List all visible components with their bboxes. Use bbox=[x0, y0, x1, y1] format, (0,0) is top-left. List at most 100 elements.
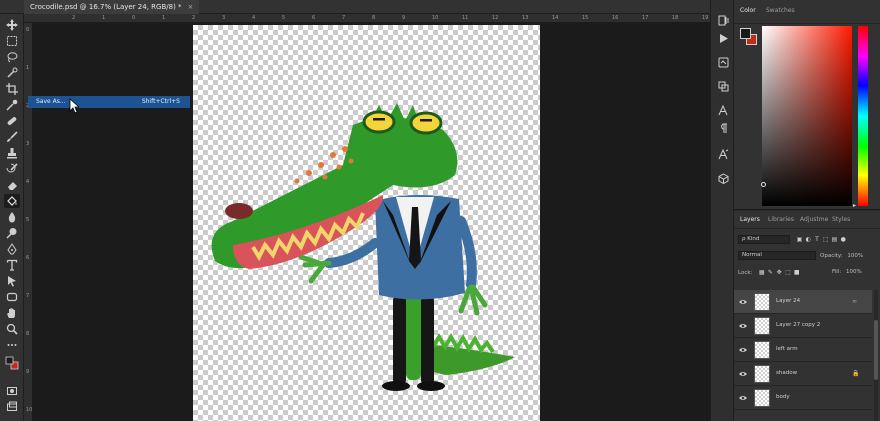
filter-smart-object-icon[interactable]: ▤ bbox=[831, 236, 838, 243]
layer-name: body bbox=[776, 394, 790, 400]
marquee-tool-icon[interactable] bbox=[4, 34, 20, 48]
ruler-tick-label: 4 bbox=[252, 15, 256, 21]
layers-scroll-thumb[interactable] bbox=[874, 320, 878, 380]
paragraph-icon[interactable] bbox=[717, 122, 729, 134]
move-tool-icon[interactable] bbox=[4, 18, 20, 32]
brush-tool-icon[interactable] bbox=[4, 130, 20, 144]
layers-scrollbar[interactable] bbox=[874, 290, 878, 421]
tab-layers[interactable]: Layers bbox=[740, 216, 760, 223]
foreground-color-chip[interactable] bbox=[740, 28, 751, 39]
healing-brush-tool-icon[interactable] bbox=[4, 114, 20, 128]
path-selection-tool-icon[interactable] bbox=[4, 274, 20, 288]
filter-pixel-icon[interactable]: ▣ bbox=[796, 236, 803, 243]
tab-color[interactable]: Color bbox=[740, 7, 756, 14]
fg-bg-color-chips[interactable] bbox=[740, 28, 758, 46]
lock-transparent-icon[interactable]: ▦ bbox=[758, 269, 765, 276]
3d-icon[interactable] bbox=[717, 172, 729, 184]
rectangle-tool-icon[interactable] bbox=[4, 290, 20, 304]
history-icon[interactable] bbox=[717, 14, 729, 26]
visibility-eye-icon[interactable] bbox=[739, 322, 747, 330]
blend-mode-select[interactable]: Normal bbox=[738, 251, 816, 260]
opacity-row: Opacity: 100% bbox=[820, 253, 876, 259]
document-canvas[interactable] bbox=[193, 25, 540, 421]
color-picker-marker[interactable] bbox=[761, 182, 766, 187]
tab-swatches[interactable]: Swatches bbox=[766, 7, 795, 14]
clone-stamp-tool-icon[interactable] bbox=[4, 146, 20, 160]
lock-artboard-icon[interactable]: ⬚ bbox=[784, 269, 791, 276]
visibility-eye-icon[interactable] bbox=[739, 394, 747, 402]
left-shoe bbox=[382, 381, 410, 391]
close-tab-icon[interactable]: × bbox=[188, 3, 194, 11]
paint-bucket-tool-icon[interactable] bbox=[4, 194, 20, 208]
ruler-tick-label: 7 bbox=[26, 293, 30, 299]
dodge-tool-icon[interactable] bbox=[4, 226, 20, 240]
eraser-tool-icon[interactable] bbox=[4, 178, 20, 192]
ruler-tick-label: 8 bbox=[372, 15, 376, 21]
mouse-cursor-icon bbox=[69, 98, 79, 114]
ruler-tick-label: 2 bbox=[72, 15, 76, 21]
crop-tool-icon[interactable] bbox=[4, 82, 20, 96]
character-icon[interactable] bbox=[717, 104, 729, 116]
layer-row[interactable]: Layer 24 ∞ bbox=[734, 290, 872, 314]
hand-tool-icon[interactable] bbox=[4, 306, 20, 320]
lock-all-icon[interactable]: ■ bbox=[793, 269, 800, 276]
layer-thumbnail bbox=[754, 389, 770, 407]
history-brush-tool-icon[interactable] bbox=[4, 162, 20, 176]
opacity-label: Opacity: bbox=[820, 253, 843, 259]
canvas-workspace[interactable] bbox=[33, 23, 710, 421]
right-shoe bbox=[417, 381, 445, 391]
left-pupil bbox=[373, 118, 385, 121]
adjustments-icon[interactable] bbox=[717, 56, 729, 68]
lock-image-icon[interactable]: ✎ bbox=[767, 269, 774, 276]
visibility-eye-icon[interactable] bbox=[739, 346, 747, 354]
saturation-brightness-field[interactable] bbox=[762, 26, 852, 206]
blur-tool-icon[interactable] bbox=[4, 210, 20, 224]
layer-row[interactable]: shadow 🔒 bbox=[734, 362, 872, 386]
layer-thumbnail bbox=[754, 341, 770, 359]
document-tab-title: Crocodile.psd @ 16.7% (Layer 24, RGB/8) … bbox=[30, 3, 182, 11]
fill-row: Fill: 100% bbox=[832, 269, 876, 275]
ruler-tick-label: 3 bbox=[222, 15, 226, 21]
visibility-eye-icon[interactable] bbox=[739, 370, 747, 378]
zoom-tool-icon[interactable] bbox=[4, 322, 20, 336]
vertical-ruler: 012345678910 bbox=[24, 23, 33, 421]
save-as-menu-item[interactable]: Save As... Shift+Ctrl+S bbox=[28, 96, 190, 108]
layer-row[interactable]: left arm bbox=[734, 338, 872, 362]
filter-toggle-icon[interactable]: ● bbox=[840, 236, 847, 243]
filter-shape-icon[interactable]: ⬚ bbox=[822, 236, 829, 243]
fill-value[interactable]: 100% bbox=[846, 269, 862, 275]
tab-styles[interactable]: Styles bbox=[832, 216, 850, 223]
tab-libraries[interactable]: Libraries bbox=[768, 216, 794, 223]
layer-row[interactable]: Layer 27 copy 2 bbox=[734, 314, 872, 338]
ruler-tick-label: 3 bbox=[26, 141, 30, 147]
play-actions-icon[interactable] bbox=[717, 32, 729, 44]
layer-thumbnail bbox=[754, 365, 770, 383]
color-swatches-icon[interactable] bbox=[4, 356, 20, 370]
hue-slider-marker-icon[interactable]: ▸ bbox=[853, 202, 856, 209]
screen-mode-icon[interactable] bbox=[4, 400, 20, 414]
quick-mask-icon[interactable] bbox=[4, 384, 20, 398]
filter-search-icon: ρ bbox=[742, 236, 746, 242]
lasso-tool-icon[interactable] bbox=[4, 50, 20, 64]
filter-type-icon[interactable]: T bbox=[814, 236, 821, 243]
ruler-tick-label: 9 bbox=[402, 15, 406, 21]
libraries-icon[interactable] bbox=[717, 80, 729, 92]
visibility-eye-icon[interactable] bbox=[739, 298, 747, 306]
blend-mode-value: Normal bbox=[742, 252, 762, 258]
quick-select-tool-icon[interactable] bbox=[4, 66, 20, 80]
layer-row[interactable]: body bbox=[734, 386, 872, 410]
type-tool-icon[interactable] bbox=[4, 258, 20, 272]
eyedropper-tool-icon[interactable] bbox=[4, 98, 20, 112]
photoshop-window: Crocodile.psd @ 16.7% (Layer 24, RGB/8) … bbox=[0, 0, 880, 421]
filter-adjustment-icon[interactable]: ◐ bbox=[805, 236, 812, 243]
pen-tool-icon[interactable] bbox=[4, 242, 20, 256]
layer-filter-kind[interactable]: ρ Kind bbox=[738, 235, 790, 244]
hue-slider[interactable] bbox=[858, 26, 868, 206]
opacity-value[interactable]: 100% bbox=[847, 253, 863, 259]
more-tools-icon[interactable] bbox=[4, 338, 20, 352]
ruler-tick-label: 10 bbox=[26, 407, 33, 413]
document-tab[interactable]: Crocodile.psd @ 16.7% (Layer 24, RGB/8) … bbox=[24, 0, 200, 14]
lock-position-icon[interactable]: ✥ bbox=[776, 269, 783, 276]
tab-adjustments[interactable]: Adjustme bbox=[800, 216, 828, 223]
glyphs-icon[interactable] bbox=[717, 148, 729, 160]
